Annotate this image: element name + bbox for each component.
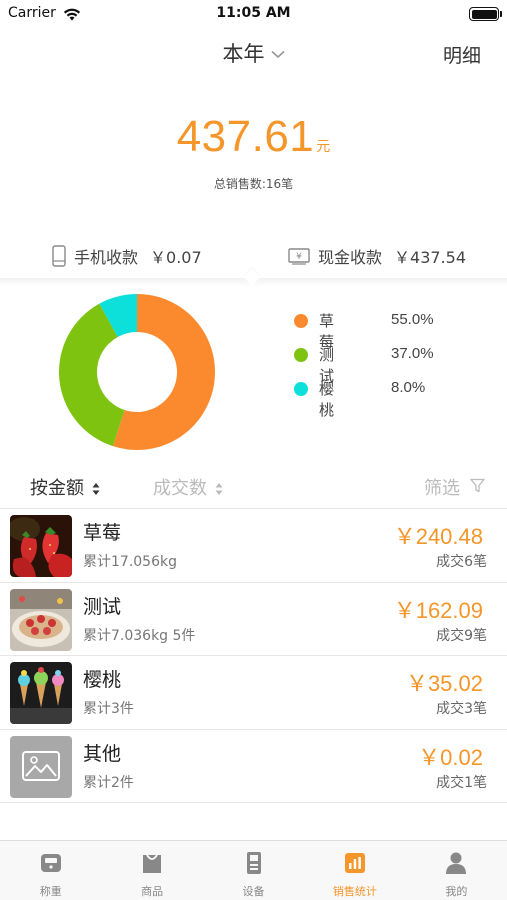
tab-weighing[interactable]: 称重 bbox=[0, 841, 101, 900]
list-item[interactable]: 樱桃 累计3件 ￥35.02 成交3笔 bbox=[0, 656, 507, 730]
legend-label: 樱桃 bbox=[319, 380, 335, 419]
legend-percentage: 55.0% bbox=[391, 311, 434, 328]
scale-icon bbox=[38, 850, 64, 880]
period-selector[interactable]: 本年 bbox=[0, 38, 507, 68]
legend-color-dot bbox=[294, 314, 308, 328]
list-item[interactable]: 其他 累计2件 ￥0.02 成交1笔 bbox=[0, 730, 507, 803]
total-sales-count: 总销售数:16笔 bbox=[213, 177, 294, 191]
product-amount: ￥162.09 bbox=[393, 597, 483, 623]
total-amount-unit: 元 bbox=[316, 139, 331, 155]
sort-bar: 按金额 成交数 筛选 bbox=[0, 470, 507, 508]
list-item[interactable]: 草莓 累计17.056kg ￥240.48 成交6笔 bbox=[0, 509, 507, 583]
product-deals: 成交1笔 bbox=[436, 774, 487, 791]
bar-chart-icon bbox=[342, 850, 368, 880]
tab-sales-stats[interactable]: 销售统计 bbox=[304, 841, 405, 900]
legend-color-dot bbox=[294, 382, 308, 396]
battery-icon bbox=[469, 7, 502, 21]
list-item[interactable]: 测试 累计7.036kg 5件 ￥162.09 成交9笔 bbox=[0, 583, 507, 656]
product-name: 樱桃 bbox=[83, 669, 122, 691]
device-icon bbox=[241, 850, 267, 880]
tab-bar: 称重 商品 设备 销售统计 我的 bbox=[0, 840, 507, 900]
total-amount-value: 437.61 bbox=[176, 112, 315, 161]
tab-devices[interactable]: 设备 bbox=[203, 841, 304, 900]
status-time: 11:05 AM bbox=[216, 5, 291, 21]
sort-icon bbox=[215, 482, 223, 496]
product-thumbnail-strawberry bbox=[10, 515, 72, 577]
product-deals: 成交6笔 bbox=[436, 554, 487, 570]
cash-payment-label: 现金收款 bbox=[318, 248, 383, 267]
tab-label: 称重 bbox=[39, 885, 62, 898]
product-deals: 成交3笔 bbox=[436, 701, 487, 717]
tab-label: 商品 bbox=[141, 885, 164, 898]
product-quantity: 累计17.056kg bbox=[83, 554, 177, 570]
sales-donut-chart bbox=[59, 294, 215, 450]
bag-icon bbox=[139, 850, 165, 880]
filter-label: 筛选 bbox=[424, 478, 460, 499]
product-amount: ￥0.02 bbox=[418, 744, 483, 770]
legend-color-dot bbox=[294, 348, 308, 362]
product-quantity: 累计2件 bbox=[83, 774, 134, 791]
sort-by-count-label: 成交数 bbox=[153, 478, 207, 499]
product-deals: 成交9笔 bbox=[436, 627, 487, 644]
status-bar: Carrier 11:05 AM bbox=[0, 0, 507, 28]
sort-icon bbox=[92, 482, 100, 496]
detail-button[interactable]: 明细 bbox=[443, 41, 481, 68]
product-amount: ￥35.02 bbox=[405, 671, 483, 696]
product-thumbnail-cherry bbox=[10, 662, 72, 724]
legend-percentage: 8.0% bbox=[391, 379, 426, 396]
sort-by-amount-button[interactable]: 按金额 bbox=[30, 474, 100, 500]
product-name: 其他 bbox=[83, 742, 122, 765]
product-thumbnail-test bbox=[10, 588, 72, 651]
mobile-payment-value: ￥0.07 bbox=[150, 248, 202, 267]
period-label: 本年 bbox=[222, 42, 265, 66]
product-list: 草莓 累计17.056kg ￥240.48 成交6笔 测试 累计7.036kg … bbox=[0, 509, 507, 803]
product-name: 草莓 bbox=[83, 522, 122, 544]
legend-percentage: 37.0% bbox=[391, 345, 434, 362]
tab-label: 销售统计 bbox=[332, 885, 377, 898]
product-name: 测试 bbox=[83, 595, 122, 618]
product-amount: ￥240.48 bbox=[393, 524, 483, 549]
cash-payment-value: ￥437.54 bbox=[394, 248, 467, 267]
mobile-payment-label: 手机收款 bbox=[74, 248, 139, 267]
tab-products[interactable]: 商品 bbox=[101, 841, 202, 900]
image-placeholder-icon bbox=[10, 735, 72, 798]
tab-label: 设备 bbox=[242, 885, 265, 898]
svg-text:¥: ¥ bbox=[296, 252, 302, 262]
cash-payment: ¥ 现金收款 ￥437.54 bbox=[288, 244, 466, 268]
product-quantity: 累计7.036kg 5件 bbox=[83, 627, 196, 644]
tab-label: 我的 bbox=[445, 885, 468, 898]
filter-button[interactable]: 筛选 bbox=[424, 474, 485, 500]
funnel-icon bbox=[460, 477, 485, 498]
phone-icon bbox=[52, 245, 66, 267]
mobile-payment: 手机收款 ￥0.07 bbox=[52, 244, 202, 268]
person-icon bbox=[443, 850, 469, 880]
sort-by-amount-label: 按金额 bbox=[30, 478, 84, 499]
product-quantity: 累计3件 bbox=[83, 701, 134, 717]
tab-me[interactable]: 我的 bbox=[406, 841, 507, 900]
chevron-down-icon bbox=[270, 48, 285, 63]
sort-by-count-button[interactable]: 成交数 bbox=[153, 474, 223, 500]
total-amount: 437.61 元 bbox=[0, 112, 507, 162]
cash-icon: ¥ bbox=[288, 247, 310, 265]
